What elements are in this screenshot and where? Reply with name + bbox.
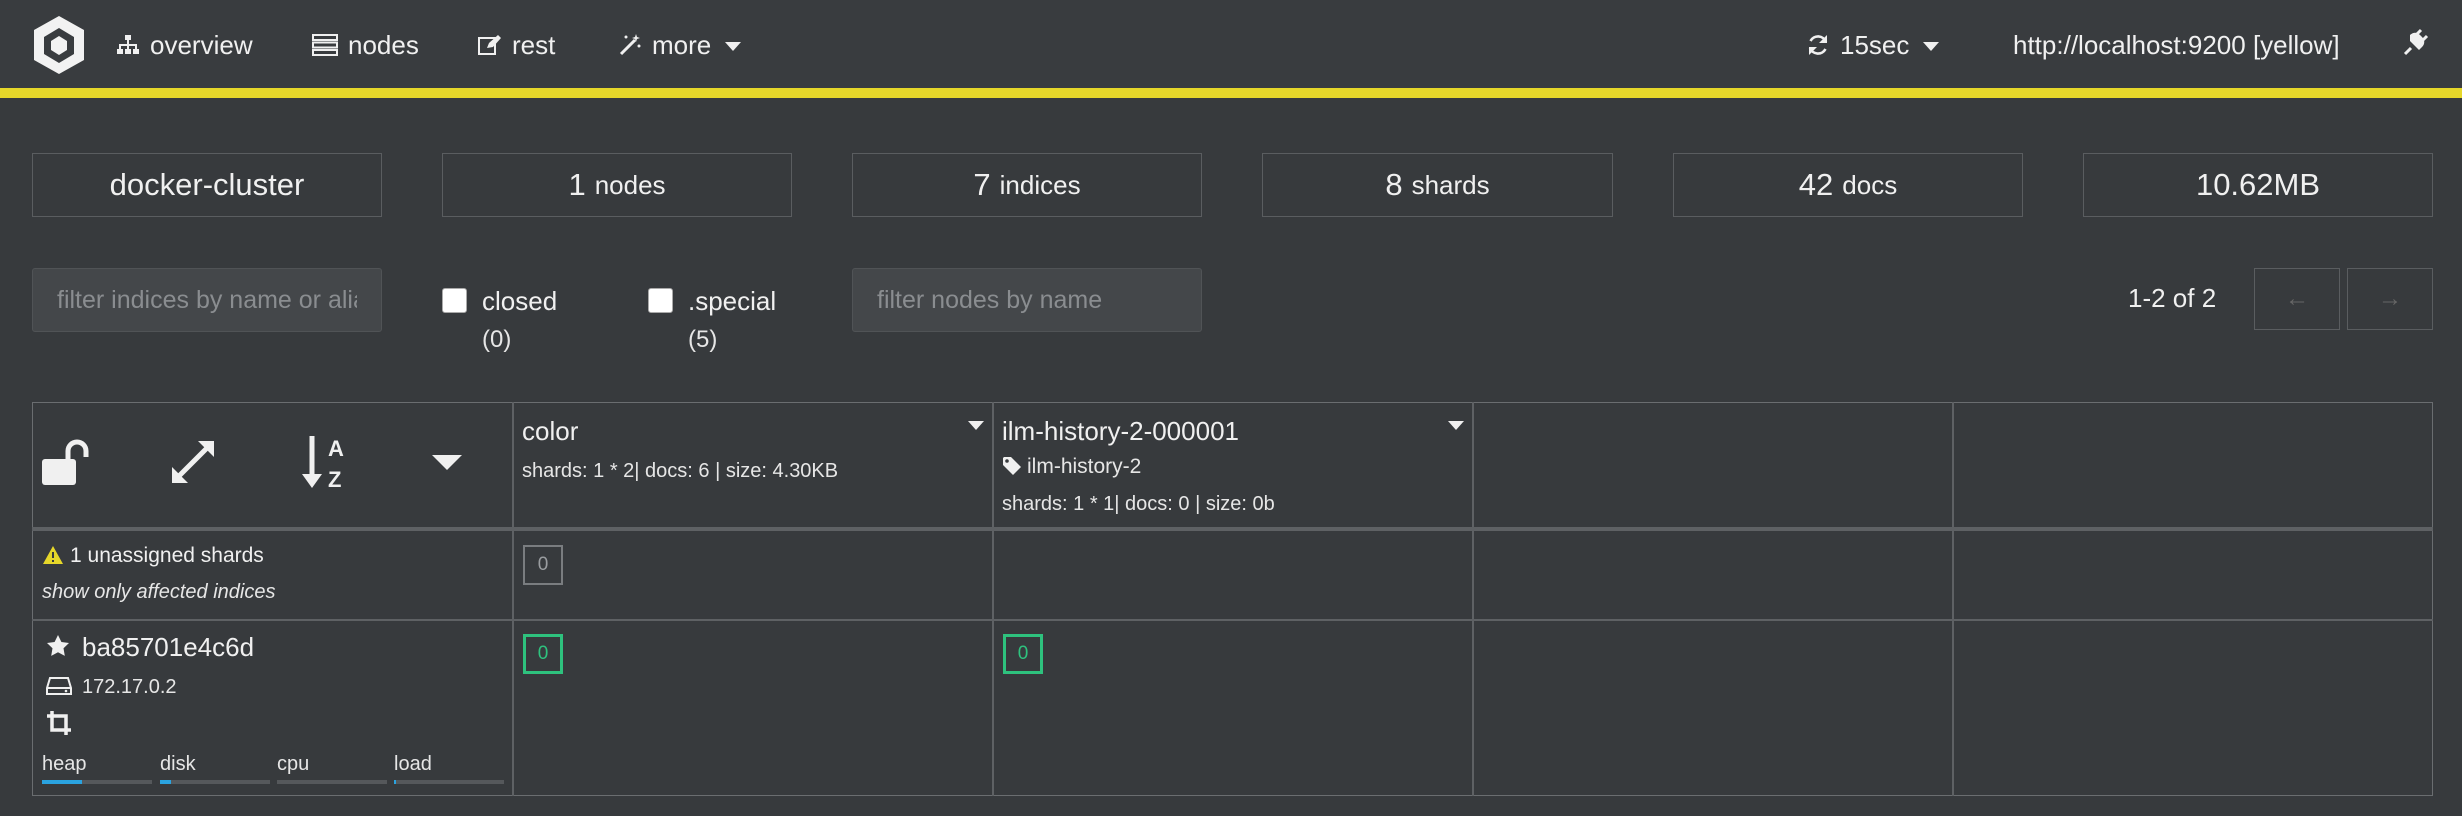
plug-icon bbox=[2402, 27, 2430, 64]
cluster-overview-table bbox=[32, 402, 2433, 796]
heap-label: heap bbox=[42, 753, 87, 775]
heap-bar-fill bbox=[42, 780, 82, 784]
cluster-name-box: docker-cluster bbox=[32, 153, 382, 217]
column-divider bbox=[1952, 402, 1954, 796]
index-menu-caret-icon[interactable] bbox=[968, 421, 984, 430]
cluster-health-bar bbox=[0, 88, 2462, 98]
server-icon bbox=[312, 34, 338, 56]
nav-more-dropdown[interactable]: more bbox=[618, 20, 742, 70]
cluster-name: docker-cluster bbox=[109, 167, 305, 202]
disk-bar bbox=[160, 780, 270, 784]
indices-count-label: indices bbox=[999, 169, 1081, 200]
shards-count-label: shards bbox=[1411, 169, 1490, 200]
svg-text:Z: Z bbox=[328, 467, 341, 492]
column-divider bbox=[992, 402, 994, 796]
hdd-icon bbox=[46, 677, 72, 695]
cpu-label: cpu bbox=[277, 753, 310, 775]
refresh-interval-label: 15sec bbox=[1840, 29, 1910, 60]
refresh-interval-dropdown[interactable]: 15sec bbox=[1806, 20, 1940, 70]
master-star-icon bbox=[47, 635, 69, 656]
arrow-right-icon: → bbox=[2378, 285, 2402, 312]
arrow-left-icon: ← bbox=[2285, 285, 2309, 312]
index-name[interactable]: color bbox=[522, 416, 578, 447]
unassigned-shard[interactable]: 0 bbox=[523, 545, 563, 585]
cluster-url[interactable]: http://localhost:9200 [yellow] bbox=[2013, 20, 2340, 70]
nav-rest-label: rest bbox=[512, 29, 556, 60]
tag-icon bbox=[1003, 457, 1021, 475]
expand-icon[interactable] bbox=[168, 437, 218, 487]
load-label: load bbox=[394, 753, 432, 775]
nav-more-label: more bbox=[652, 29, 712, 60]
caret-down-icon[interactable] bbox=[432, 455, 462, 470]
data-size-box: 10.62MB bbox=[2083, 153, 2433, 217]
closed-checkbox[interactable] bbox=[442, 288, 467, 313]
show-affected-indices-link[interactable]: show only affected indices bbox=[42, 581, 275, 604]
data-size-value: 10.62MB bbox=[2195, 167, 2321, 202]
nodes-count-value: 1 bbox=[568, 167, 586, 202]
row-divider bbox=[32, 619, 2433, 621]
nav-overview[interactable]: overview bbox=[116, 20, 253, 70]
node-filter-input[interactable] bbox=[877, 285, 1177, 315]
active-shard[interactable]: 0 bbox=[523, 634, 563, 674]
disconnect-button[interactable] bbox=[2402, 20, 2430, 70]
cpu-bar bbox=[277, 780, 387, 784]
chevron-down-icon bbox=[1923, 41, 1940, 51]
closed-count: (0) bbox=[482, 326, 512, 353]
crop-icon bbox=[47, 711, 71, 735]
sort-alpha-icon[interactable]: A Z bbox=[300, 432, 356, 492]
node-filter-field[interactable] bbox=[852, 268, 1202, 332]
column-divider bbox=[512, 402, 514, 796]
index-stats: shards: 1 * 2| docs: 6 | size: 4.30KB bbox=[522, 460, 839, 482]
unlock-icon[interactable] bbox=[40, 437, 92, 487]
node-name[interactable]: ba85701e4c6d bbox=[82, 632, 254, 663]
unassigned-shards-text: 1 unassigned shards bbox=[70, 544, 264, 567]
heap-bar bbox=[42, 780, 152, 784]
docs-count-value: 42 bbox=[1798, 167, 1834, 202]
special-count: (5) bbox=[688, 326, 718, 353]
docs-count-label: docs bbox=[1842, 169, 1898, 200]
prev-page-button[interactable]: ← bbox=[2254, 268, 2340, 330]
docs-count-box: 42 docs bbox=[1673, 153, 2023, 217]
nodes-count-label: nodes bbox=[594, 169, 666, 200]
refresh-icon bbox=[1806, 33, 1830, 57]
disk-label: disk bbox=[160, 753, 196, 775]
node-ip: 172.17.0.2 bbox=[82, 676, 177, 698]
index-name[interactable]: ilm-history-2-000001 bbox=[1002, 416, 1239, 447]
indices-count-value: 7 bbox=[973, 167, 991, 202]
sitemap-icon bbox=[116, 34, 140, 56]
nav-nodes[interactable]: nodes bbox=[312, 20, 419, 70]
top-navbar: overview nodes rest more 15sec http://lo… bbox=[0, 0, 2462, 88]
chevron-down-icon bbox=[725, 41, 742, 51]
nav-overview-label: overview bbox=[150, 29, 253, 60]
special-checkbox[interactable] bbox=[648, 288, 673, 313]
index-alias[interactable]: ilm-history-2 bbox=[1027, 455, 1141, 479]
column-divider bbox=[1472, 402, 1474, 796]
index-filter-input[interactable] bbox=[57, 285, 357, 315]
pagination-range: 1-2 of 2 bbox=[2128, 283, 2217, 313]
index-menu-caret-icon[interactable] bbox=[1448, 421, 1464, 430]
disk-bar-fill bbox=[160, 780, 171, 784]
nav-nodes-label: nodes bbox=[348, 29, 419, 60]
magic-wand-icon bbox=[618, 33, 642, 57]
svg-text:A: A bbox=[328, 436, 344, 461]
shards-count-value: 8 bbox=[1385, 167, 1403, 202]
special-label: .special bbox=[688, 286, 777, 316]
header-divider bbox=[32, 527, 2433, 531]
indices-count-box: 7 indices bbox=[852, 153, 1202, 217]
load-bar-fill bbox=[394, 780, 397, 784]
index-stats: shards: 1 * 1| docs: 0 | size: 0b bbox=[1002, 493, 1275, 515]
shards-count-box: 8 shards bbox=[1262, 153, 1613, 217]
index-filter-field[interactable] bbox=[32, 268, 382, 332]
edit-icon bbox=[478, 34, 502, 56]
load-bar bbox=[394, 780, 504, 784]
cerebro-logo-icon[interactable] bbox=[28, 14, 90, 76]
nav-rest[interactable]: rest bbox=[478, 20, 555, 70]
closed-label: closed bbox=[482, 286, 558, 316]
active-shard[interactable]: 0 bbox=[1003, 634, 1043, 674]
nodes-count-box: 1 nodes bbox=[442, 153, 792, 217]
cluster-url-label: http://localhost:9200 [yellow] bbox=[2013, 29, 2340, 60]
warning-icon bbox=[43, 546, 63, 564]
next-page-button[interactable]: → bbox=[2347, 268, 2433, 330]
